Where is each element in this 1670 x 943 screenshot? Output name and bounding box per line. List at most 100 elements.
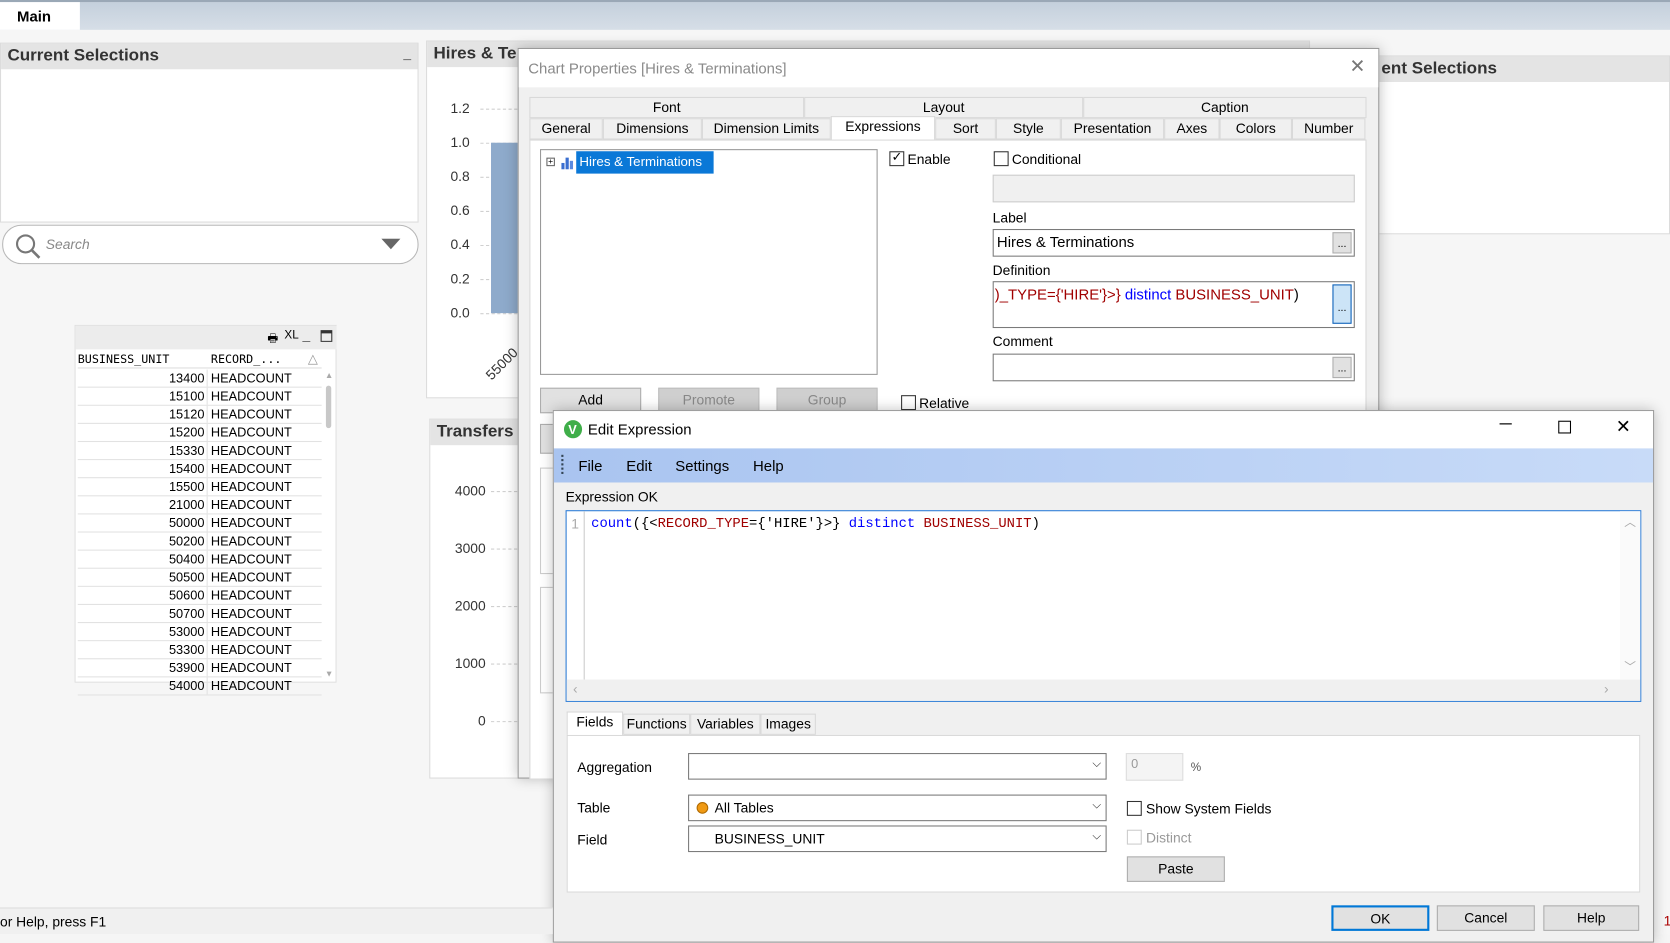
aggregation-label: Aggregation bbox=[577, 759, 652, 776]
tab-axes[interactable]: Axes bbox=[1164, 118, 1220, 140]
cell-record-type: HEADCOUNT bbox=[210, 642, 292, 658]
tab-number[interactable]: Number bbox=[1291, 118, 1366, 140]
tab-fields[interactable]: Fields bbox=[566, 711, 624, 735]
label-edit-button[interactable]: ... bbox=[1332, 232, 1352, 254]
table-row[interactable]: 15500 HEADCOUNT bbox=[77, 478, 322, 497]
distinct-checkbox[interactable] bbox=[1126, 829, 1142, 845]
dialog-titlebar: Chart Properties [Hires & Terminations] … bbox=[518, 48, 1379, 88]
definition-edit-button[interactable]: ... bbox=[1332, 284, 1352, 324]
label-value: Hires & Terminations bbox=[996, 233, 1135, 251]
tab-style[interactable]: Style bbox=[995, 118, 1061, 140]
sort-icon[interactable]: △ bbox=[308, 350, 318, 368]
cell-business-unit: 53000 bbox=[78, 623, 208, 641]
table-row[interactable]: 50000 HEADCOUNT bbox=[77, 514, 322, 533]
sheet-tab-main[interactable]: Main bbox=[0, 2, 80, 30]
table-row[interactable]: 53900 HEADCOUNT bbox=[77, 659, 322, 678]
table-row[interactable]: 50700 HEADCOUNT bbox=[77, 604, 322, 624]
expression-editor[interactable]: 1 count({<RECORD_TYPE={'HIRE'}>} distinc… bbox=[565, 510, 1642, 702]
cell-record-type: HEADCOUNT bbox=[210, 388, 292, 404]
menu-file[interactable]: File bbox=[578, 457, 602, 474]
table-row[interactable]: 21000 HEADCOUNT bbox=[77, 496, 322, 515]
maximize-icon[interactable] bbox=[320, 330, 333, 342]
tab-functions[interactable]: Functions bbox=[623, 713, 691, 735]
column-header-record-type[interactable]: RECORD_... bbox=[211, 350, 282, 368]
percent-input[interactable]: 0 bbox=[1125, 753, 1184, 781]
comment-input[interactable]: ... bbox=[992, 353, 1355, 382]
tree-item-hires-terminations[interactable]: Hires & Terminations bbox=[576, 151, 714, 174]
label-input[interactable]: Hires & Terminations ... bbox=[992, 228, 1355, 257]
table-row[interactable]: 50500 HEADCOUNT bbox=[77, 568, 322, 587]
close-icon[interactable]: ✕ bbox=[1616, 416, 1631, 437]
menu-help[interactable]: Help bbox=[753, 457, 784, 474]
table-row[interactable]: 53300 HEADCOUNT bbox=[77, 641, 322, 660]
tab-sort[interactable]: Sort bbox=[935, 118, 996, 140]
export-excel-button[interactable]: XL bbox=[284, 329, 298, 342]
aggregation-select[interactable]: ⌵ bbox=[688, 753, 1107, 780]
expression-status: Expression OK bbox=[565, 488, 658, 505]
field-select[interactable]: BUSINESS_UNIT ⌵ bbox=[688, 825, 1107, 853]
table-scrollbar[interactable]: ▲ ▼ bbox=[324, 371, 335, 680]
close-icon[interactable]: ✕ bbox=[1349, 55, 1365, 77]
enable-checkbox[interactable]: ✓ bbox=[889, 149, 905, 167]
table-row[interactable]: 50200 HEADCOUNT bbox=[77, 532, 322, 551]
table-row[interactable]: 50600 HEADCOUNT bbox=[77, 586, 322, 605]
menu-edit[interactable]: Edit bbox=[626, 457, 652, 474]
table-row[interactable]: 15330 HEADCOUNT bbox=[77, 442, 322, 461]
show-system-fields-checkbox[interactable] bbox=[1126, 800, 1142, 816]
tab-images[interactable]: Images bbox=[760, 713, 816, 735]
maximize-icon[interactable] bbox=[1558, 420, 1572, 434]
tab-presentation[interactable]: Presentation bbox=[1060, 118, 1165, 140]
cell-record-type: HEADCOUNT bbox=[210, 461, 292, 477]
minimize-icon[interactable]: _ bbox=[302, 327, 310, 343]
tab-dimension-limits[interactable]: Dimension Limits bbox=[701, 118, 831, 140]
paste-button[interactable]: Paste bbox=[1126, 856, 1225, 882]
help-button[interactable]: Help bbox=[1543, 905, 1640, 931]
tab-dimensions[interactable]: Dimensions bbox=[602, 118, 702, 140]
cell-business-unit: 50200 bbox=[78, 532, 208, 550]
expression-tree[interactable]: + Hires & Terminations bbox=[540, 149, 878, 375]
relative-checkbox[interactable] bbox=[901, 395, 916, 411]
table-row[interactable]: 15100 HEADCOUNT bbox=[77, 387, 322, 406]
table-row[interactable]: 15200 HEADCOUNT bbox=[77, 423, 322, 443]
horizontal-scrollbar[interactable]: ‹ › bbox=[566, 679, 1641, 701]
table-row[interactable]: 53000 HEADCOUNT bbox=[77, 623, 322, 642]
tab-general[interactable]: General bbox=[529, 118, 603, 140]
cell-business-unit: 50600 bbox=[78, 586, 208, 604]
table-row[interactable]: 13400 HEADCOUNT bbox=[77, 369, 322, 388]
cell-record-type: HEADCOUNT bbox=[210, 551, 292, 567]
tab-caption[interactable]: Caption bbox=[1083, 96, 1367, 119]
column-header-business-unit[interactable]: BUSINESS_UNIT bbox=[78, 350, 170, 368]
table-row[interactable]: 15120 HEADCOUNT bbox=[77, 405, 322, 424]
expand-icon[interactable]: + bbox=[546, 157, 555, 167]
tab-colors[interactable]: Colors bbox=[1219, 118, 1292, 140]
expression-code[interactable]: count({<RECORD_TYPE={'HIRE'}>} distinct … bbox=[591, 516, 1040, 532]
cancel-button[interactable]: Cancel bbox=[1436, 905, 1535, 931]
table-row[interactable]: 50400 HEADCOUNT bbox=[77, 550, 322, 569]
print-icon[interactable]: 🖶 bbox=[267, 329, 278, 349]
tab-expressions[interactable]: Expressions bbox=[830, 116, 936, 140]
y-tick-label: 0.6 bbox=[450, 202, 470, 219]
conditional-checkbox[interactable] bbox=[993, 151, 1009, 167]
ok-button[interactable]: OK bbox=[1331, 905, 1430, 931]
gridline bbox=[480, 108, 523, 110]
tab-variables[interactable]: Variables bbox=[690, 713, 761, 735]
minimize-icon[interactable]: ─ bbox=[1500, 415, 1512, 434]
table-select[interactable]: All Tables ⌵ bbox=[688, 794, 1107, 822]
conditional-label: Conditional bbox=[1011, 151, 1082, 168]
dropdown-arrow-icon[interactable] bbox=[381, 238, 401, 252]
label-caption: Label bbox=[992, 209, 1027, 226]
table-row[interactable]: 15400 HEADCOUNT bbox=[77, 460, 322, 479]
menu-settings[interactable]: Settings bbox=[675, 457, 729, 474]
tab-layout[interactable]: Layout bbox=[804, 96, 1084, 119]
definition-input[interactable]: )_TYPE={'HIRE'}>} distinct BUSINESS_UNIT… bbox=[992, 281, 1355, 329]
minimize-button[interactable]: _ bbox=[403, 46, 411, 62]
cell-business-unit: 13400 bbox=[78, 369, 208, 387]
cell-record-type: HEADCOUNT bbox=[210, 515, 292, 531]
comment-edit-button[interactable]: ... bbox=[1332, 356, 1352, 379]
vertical-scrollbar[interactable]: ︿ ﹀ bbox=[1620, 511, 1641, 680]
conditional-input[interactable] bbox=[992, 174, 1355, 203]
search-input[interactable]: Search bbox=[2, 224, 419, 265]
table-row[interactable]: 54000 HEADCOUNT bbox=[77, 677, 322, 696]
cell-business-unit: 53300 bbox=[78, 641, 208, 659]
tab-font[interactable]: Font bbox=[529, 96, 805, 119]
